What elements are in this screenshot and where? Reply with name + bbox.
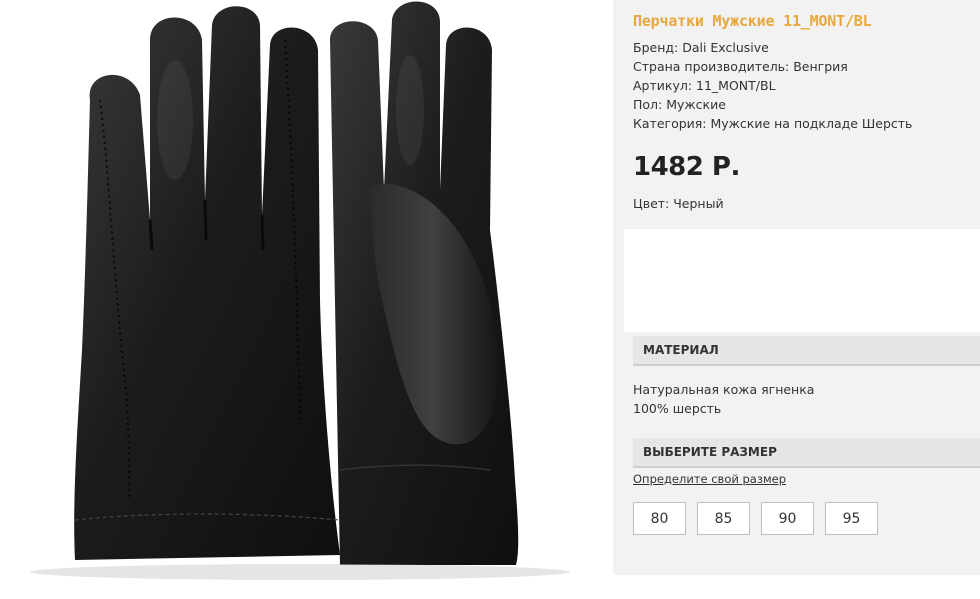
product-specs: Бренд: Dali Exclusive Страна производите… bbox=[633, 38, 912, 133]
size-option-85[interactable]: 85 bbox=[697, 502, 750, 535]
size-guide-link[interactable]: Определите свой размер bbox=[633, 472, 786, 486]
spec-category: Категория: Мужские на подкладе Шерсть bbox=[633, 116, 913, 131]
size-header: ВЫБЕРИТЕ РАЗМЕР bbox=[633, 438, 980, 468]
product-title: Перчатки Мужские 11_MONT/BL bbox=[633, 12, 872, 30]
spec-country: Страна производитель: Венгрия bbox=[633, 59, 848, 74]
gloves-photo bbox=[30, 1, 570, 580]
material-header: МАТЕРИАЛ bbox=[633, 336, 980, 366]
spec-brand: Бренд: Dali Exclusive bbox=[633, 40, 769, 55]
product-price: 1482 Р. bbox=[633, 152, 740, 182]
material-line-1: Натуральная кожа ягненка bbox=[633, 382, 815, 397]
size-option-80[interactable]: 80 bbox=[633, 502, 686, 535]
size-option-90[interactable]: 90 bbox=[761, 502, 814, 535]
product-info-panel: Перчатки Мужские 11_MONT/BL Бренд: Dali … bbox=[613, 0, 980, 575]
product-image[interactable] bbox=[0, 0, 612, 599]
spec-gender: Пол: Мужские bbox=[633, 97, 726, 112]
size-option-95[interactable]: 95 bbox=[825, 502, 878, 535]
material-description: Натуральная кожа ягненка 100% шерсть bbox=[633, 380, 814, 418]
content-placeholder bbox=[624, 229, 980, 332]
product-color: Цвет: Черный bbox=[633, 196, 724, 211]
size-options: 80 85 90 95 bbox=[633, 502, 878, 535]
front-glove-shape bbox=[74, 6, 340, 560]
spec-article: Артикул: 11_MONT/BL bbox=[633, 78, 776, 93]
material-line-2: 100% шерсть bbox=[633, 401, 722, 416]
